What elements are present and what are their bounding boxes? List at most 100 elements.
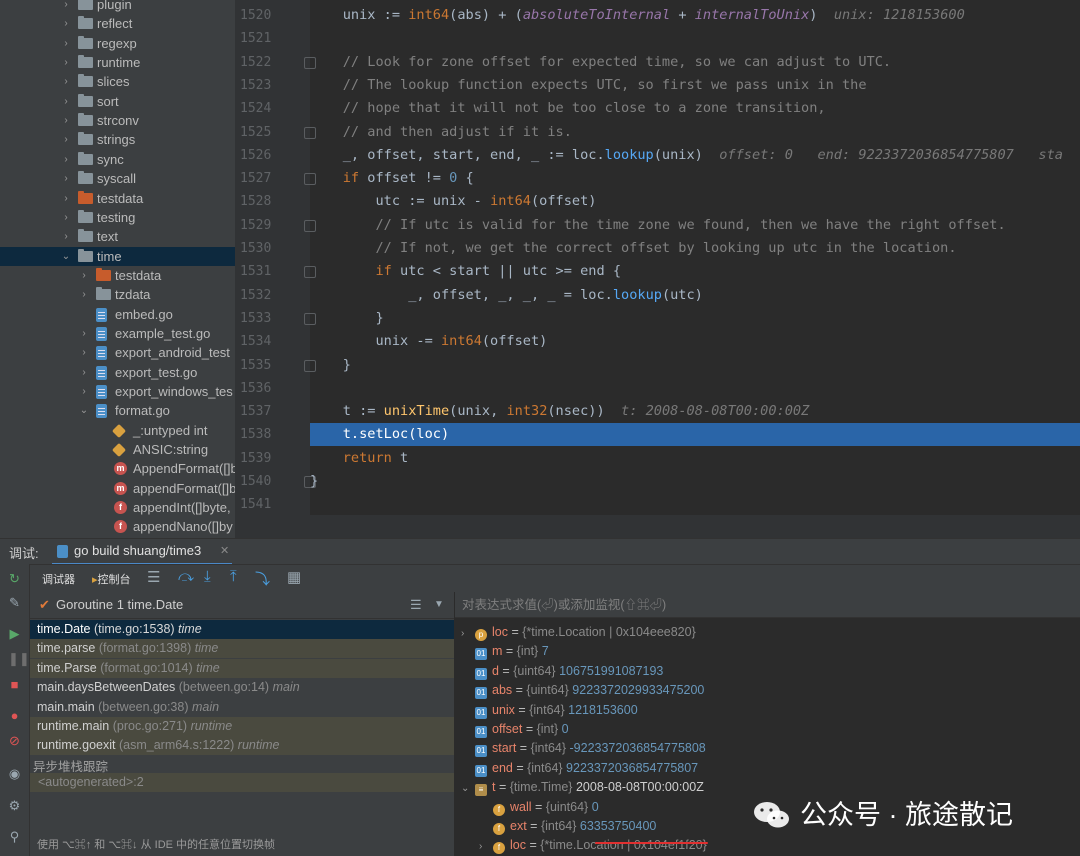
tree-item[interactable]: › reflect	[0, 14, 235, 33]
pin-icon[interactable]: ⚲	[8, 830, 21, 843]
chevron-down-icon[interactable]: ⌄	[60, 247, 72, 266]
chevron-right-icon[interactable]: ›	[60, 130, 72, 149]
stack-frame[interactable]: runtime.main (proc.go:271) runtime	[30, 717, 454, 736]
chevron-right-icon[interactable]: ›	[78, 324, 90, 343]
stack-frame[interactable]: time.Date (time.go:1538) time	[30, 620, 454, 639]
chevron-right-icon[interactable]: ›	[479, 837, 493, 856]
table-icon[interactable]: ▦	[287, 568, 301, 586]
menu-icon[interactable]: ☰	[147, 568, 160, 586]
code-line[interactable]: // If not, we get the correct offset by …	[310, 237, 1080, 260]
tree-item[interactable]: › slices	[0, 72, 235, 91]
tree-item[interactable]: m AppendFormat([]b	[0, 459, 235, 478]
code-line[interactable]: if offset != 0 {	[310, 167, 1080, 190]
tree-item[interactable]: ⌄ time	[0, 246, 235, 266]
code-line[interactable]: }	[310, 307, 1080, 330]
code-line[interactable]: return t	[310, 447, 1080, 470]
tree-item[interactable]: embed.go	[0, 305, 235, 324]
tab-console[interactable]: ▸控制台	[92, 571, 131, 587]
stack-frame[interactable]: time.Parse (format.go:1014) time	[30, 658, 454, 678]
resume-icon[interactable]: ▶	[8, 627, 21, 640]
thread-selector[interactable]: ✔ Goroutine 1 time.Date ☰ ▼	[30, 592, 454, 619]
code-line[interactable]: unix := int64(abs) + (absoluteToInternal…	[310, 4, 1080, 27]
project-tree[interactable]: › plugin › reflect › regexp › runtime › slices › so…	[0, 0, 235, 538]
autogenerated-frame[interactable]: <autogenerated>:2	[30, 773, 454, 792]
tree-item[interactable]: › testdata	[0, 266, 235, 285]
code-line[interactable]: // and then adjust if it is.	[310, 121, 1080, 144]
step-into-icon[interactable]: ⤓	[204, 568, 211, 585]
tree-item[interactable]: › testing	[0, 208, 235, 227]
tree-item[interactable]: › syscall	[0, 169, 235, 188]
tree-item[interactable]: › sort	[0, 92, 235, 111]
variable-row[interactable]: f ext = {int64} 63353750400	[479, 817, 656, 836]
breakpoints-icon[interactable]: ●	[8, 709, 21, 722]
tree-item[interactable]: › plugin	[0, 0, 235, 14]
chevron-right-icon[interactable]: ›	[60, 92, 72, 111]
chevron-right-icon[interactable]: ›	[60, 34, 72, 53]
tree-item[interactable]: › export_android_test	[0, 343, 235, 362]
pause-icon[interactable]: ❚❚	[8, 652, 30, 665]
code-line[interactable]: // The lookup function expects UTC, so f…	[310, 74, 1080, 97]
tree-item[interactable]: f appendInt([]byte,	[0, 498, 235, 517]
stack-frame[interactable]: main.daysBetweenDates (between.go:14) ma…	[30, 678, 454, 697]
code-line[interactable]: utc := unix - int64(offset)	[310, 190, 1080, 213]
mute-breakpoints-icon[interactable]: ⊘	[8, 734, 21, 747]
stack-frame[interactable]: runtime.goexit (asm_arm64.s:1222) runtim…	[30, 736, 454, 756]
chevron-right-icon[interactable]: ›	[78, 382, 90, 401]
tree-item[interactable]: › sync	[0, 150, 235, 169]
chevron-down-icon[interactable]: ⌄	[461, 779, 475, 798]
chevron-down-icon[interactable]: ⌄	[78, 401, 90, 420]
chevron-right-icon[interactable]: ›	[78, 285, 90, 304]
run-to-cursor-icon[interactable]: ⤵	[255, 568, 270, 589]
tree-item[interactable]: _:untyped int	[0, 421, 235, 440]
code-line[interactable]: _, offset, start, end, _ := loc.lookup(u…	[310, 144, 1080, 167]
chevron-right-icon[interactable]: ›	[78, 266, 90, 285]
tree-item[interactable]: › regexp	[0, 34, 235, 53]
tree-item[interactable]: › tzdata	[0, 285, 235, 304]
tree-item[interactable]: › example_test.go	[0, 324, 235, 343]
variable-row[interactable]: › p loc = {*time.Location | 0x104eee820}	[461, 623, 696, 642]
code-line[interactable]: t.setLoc(loc)	[310, 423, 1080, 447]
chevron-right-icon[interactable]: ›	[60, 227, 72, 246]
chevron-right-icon[interactable]: ›	[60, 150, 72, 169]
code-line[interactable]: }	[310, 354, 1080, 377]
chevron-right-icon[interactable]: ›	[60, 208, 72, 227]
code-line[interactable]: if utc < start || utc >= end {	[310, 260, 1080, 283]
variable-row[interactable]: 01 offset = {int} 0	[461, 720, 569, 739]
tree-item[interactable]: › strconv	[0, 111, 235, 130]
chevron-right-icon[interactable]: ›	[78, 363, 90, 382]
chevron-right-icon[interactable]: ›	[60, 169, 72, 188]
stack-frame[interactable]: time.parse (format.go:1398) time	[30, 639, 454, 659]
variable-row[interactable]: 01 start = {int64} -9223372036854775808	[461, 739, 706, 758]
code-line[interactable]: unix -= int64(offset)	[310, 330, 1080, 353]
code-line[interactable]: // If utc is valid for the time zone we …	[310, 214, 1080, 237]
chevron-right-icon[interactable]: ›	[60, 0, 72, 14]
code-line[interactable]: // Look for zone offset for expected tim…	[310, 51, 1080, 74]
filter-icon[interactable]: ☰	[410, 592, 422, 618]
tree-item[interactable]: m appendFormat([]b	[0, 479, 235, 498]
chevron-down-icon[interactable]: ▼	[434, 592, 444, 618]
variable-row[interactable]: f wall = {uint64} 0	[479, 798, 599, 817]
variable-row[interactable]: 01 d = {uint64} 106751991087193	[461, 662, 663, 681]
evaluate-expression-input[interactable]: 对表达式求值(⏎)或添加监视(⇧⌘⏎)	[455, 592, 1080, 618]
step-out-icon[interactable]: ⤒	[230, 568, 237, 585]
tree-item[interactable]: ⌄ format.go	[0, 401, 235, 420]
code-line[interactable]	[310, 27, 1080, 50]
chevron-right-icon[interactable]: ›	[60, 53, 72, 72]
step-over-icon[interactable]: ⤼	[178, 568, 194, 585]
tree-item[interactable]: › export_test.go	[0, 363, 235, 382]
tree-item[interactable]: › runtime	[0, 53, 235, 72]
variable-row[interactable]: 01 abs = {uint64} 9223372029933475200	[461, 681, 704, 700]
variable-row[interactable]: › f loc = {*time.Location | 0x104ef1f20}	[479, 836, 707, 855]
rerun-icon[interactable]: ↻	[8, 572, 21, 585]
camera-icon[interactable]: ◉	[8, 767, 21, 780]
gear-icon[interactable]: ⚙	[8, 799, 21, 812]
stack-frame[interactable]: main.main (between.go:38) main	[30, 698, 454, 717]
tree-item[interactable]: › export_windows_tes	[0, 382, 235, 401]
close-icon[interactable]: ✕	[220, 544, 229, 557]
variable-row[interactable]: 01 m = {int} 7	[461, 642, 549, 661]
wrench-icon[interactable]: ✎	[8, 596, 21, 609]
tab-debugger[interactable]: 调试器	[42, 571, 75, 587]
tree-item[interactable]: › strings	[0, 130, 235, 149]
chevron-right-icon[interactable]: ›	[461, 624, 475, 643]
tree-item[interactable]: f appendNano([]by	[0, 517, 235, 536]
